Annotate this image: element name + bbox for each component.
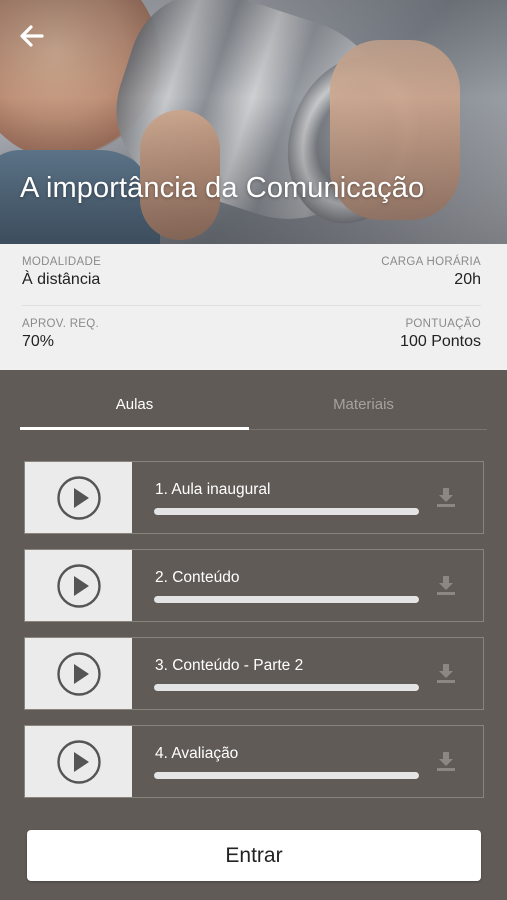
lesson-title: 2. Conteúdo <box>155 569 240 586</box>
download-icon[interactable] <box>435 750 457 772</box>
carga-horaria-info: CARGA HORÁRIA 20h <box>381 256 481 289</box>
lesson-progress-bar <box>154 684 419 691</box>
lesson-thumbnail <box>25 550 132 621</box>
tab-materiais[interactable]: Materiais <box>249 370 478 430</box>
play-icon[interactable] <box>56 739 102 785</box>
aprov-req-label: APROV. REQ. <box>22 318 100 330</box>
course-header-image: A importância da Comunicação <box>0 0 507 244</box>
tab-aulas[interactable]: Aulas <box>20 370 249 430</box>
lesson-title: 1. Aula inaugural <box>155 481 271 498</box>
pontuacao-label: PONTUAÇÃO <box>405 318 481 330</box>
pontuacao-info: PONTUAÇÃO 100 Pontos <box>400 318 481 351</box>
lesson-thumbnail <box>25 638 132 709</box>
lesson-progress-bar <box>154 596 419 603</box>
modalidade-value: À distância <box>22 271 101 288</box>
lesson-item[interactable]: 2. Conteúdo <box>24 549 484 622</box>
download-icon[interactable] <box>435 662 457 684</box>
modalidade-info: MODALIDADE À distância <box>22 256 101 289</box>
content-tabs: Aulas Materiais <box>20 370 487 432</box>
aprov-req-info: APROV. REQ. 70% <box>22 318 99 351</box>
course-title: A importância da Comunicação <box>20 172 425 204</box>
carga-horaria-label: CARGA HORÁRIA <box>381 256 481 268</box>
lesson-title: 3. Conteúdo - Parte 2 <box>155 657 304 674</box>
carga-horaria-value: 20h <box>454 271 481 288</box>
lesson-item[interactable]: 1. Aula inaugural <box>24 461 484 534</box>
aprov-req-value: 70% <box>22 333 55 350</box>
play-icon[interactable] <box>56 651 102 697</box>
back-button[interactable] <box>14 20 50 52</box>
lesson-progress-bar <box>154 508 419 515</box>
arrow-left-icon <box>20 25 44 47</box>
lesson-thumbnail <box>25 726 132 797</box>
lesson-thumbnail <box>25 462 132 533</box>
pontuacao-value: 100 Pontos <box>400 333 481 350</box>
play-icon[interactable] <box>56 563 102 609</box>
enter-button[interactable]: Entrar <box>27 830 481 881</box>
play-icon[interactable] <box>56 475 102 521</box>
download-icon[interactable] <box>435 574 457 596</box>
lesson-item[interactable]: 4. Avaliação <box>24 725 484 798</box>
modalidade-label: MODALIDADE <box>22 256 102 268</box>
course-info-panel: MODALIDADE À distância CARGA HORÁRIA 20h… <box>0 244 507 370</box>
download-icon[interactable] <box>435 486 457 508</box>
lesson-title: 4. Avaliação <box>155 745 239 762</box>
lesson-item[interactable]: 3. Conteúdo - Parte 2 <box>24 637 484 710</box>
active-tab-indicator <box>20 427 249 430</box>
lesson-progress-bar <box>154 772 419 779</box>
